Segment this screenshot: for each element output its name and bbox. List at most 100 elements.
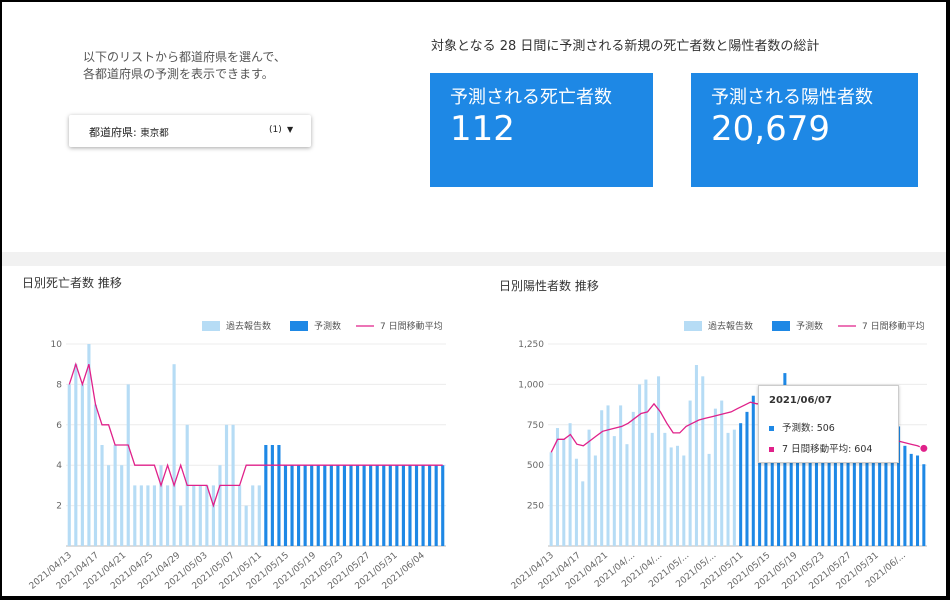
reported-bar — [172, 364, 176, 546]
dropdown-value: 東京都 — [140, 128, 169, 139]
reported-bar — [669, 447, 673, 546]
instruction-text: 以下のリストから都道府県を選んで、 各都道府県の予測を表示できます。 — [83, 49, 286, 83]
dashboard-frame: 以下のリストから都道府県を選んで、 各都道府県の予測を表示できます。 都道府県:… — [2, 2, 946, 596]
deaths-card-title: 予測される死亡者数 — [450, 87, 612, 108]
reported-bar — [126, 384, 130, 546]
forecast-bar — [916, 455, 920, 546]
tooltip-forecast-row: 予測数: 506 — [769, 420, 835, 434]
forecast-bar — [382, 465, 386, 546]
y-tick-label: 750 — [527, 421, 544, 431]
reported-bar — [581, 481, 585, 546]
forecast-bar — [316, 465, 320, 546]
tooltip-forecast-swatch — [769, 426, 774, 431]
forecast-bar — [283, 465, 288, 546]
forecast-bar — [903, 445, 907, 546]
reported-bar — [139, 485, 143, 546]
deaths-chart: 過去報告数 予測数 7 日間移動平均1086422021/04/132021/04/… — [28, 320, 446, 592]
summary-title: 対象となる 28 日間に予測される新規の死亡者数と陽性者数の総計 — [431, 39, 820, 54]
forecast-bar — [441, 465, 445, 546]
reported-bar — [80, 384, 84, 546]
cases-scorecard: 予測される陽性者数 20,679 — [691, 73, 918, 187]
reported-bar — [631, 411, 635, 546]
forecast-bar — [355, 465, 360, 546]
y-tick-label: 4 — [56, 461, 62, 471]
chart-tooltip: 2021/06/07 予測数: 506 7 日間移動平均: 604 — [758, 385, 899, 463]
cases-card-title: 予測される陽性者数 — [711, 87, 873, 108]
reported-bar — [100, 445, 104, 546]
reported-bar — [146, 485, 150, 546]
forecast-bar — [270, 445, 274, 546]
forecast-bar — [922, 464, 926, 546]
legend-reported-label: 過去報告数 — [708, 320, 753, 332]
prefecture-dropdown[interactable]: 都道府県: 東京都 (1) ▼ — [69, 115, 311, 147]
reported-bar — [238, 485, 242, 546]
reported-bar — [244, 505, 248, 546]
reported-bar — [707, 453, 711, 546]
reported-bar — [675, 445, 680, 546]
forecast-bar — [751, 395, 755, 546]
reported-bar — [713, 408, 717, 546]
forecast-bar — [369, 465, 373, 546]
dropdown-label-key: 都道府県 — [89, 126, 133, 139]
reported-bar — [555, 428, 559, 546]
legend-moving-avg-label: 7 日間移動平均 — [862, 320, 925, 332]
forecast-bar — [408, 465, 412, 546]
reported-bar — [650, 432, 654, 546]
dropdown-label: 都道府県: 東京都 — [89, 126, 169, 139]
cases-card-value: 20,679 — [711, 109, 830, 149]
reported-bar — [549, 452, 553, 546]
reported-bar — [192, 485, 196, 546]
reported-bar — [93, 404, 98, 546]
reported-bar — [67, 384, 71, 546]
reported-bar — [574, 458, 578, 546]
reported-bar — [179, 505, 183, 546]
instruction-line-2: 各都道府県の予測を表示できます。 — [83, 67, 274, 81]
legend-forecast-label: 予測数 — [796, 320, 823, 332]
forecast-bar — [414, 465, 419, 546]
reported-bar — [159, 465, 163, 546]
forecast-bar — [290, 465, 294, 546]
forecast-bar — [401, 465, 405, 546]
legend-reported-swatch — [202, 321, 220, 331]
forecast-bar — [336, 465, 340, 546]
y-tick-label: 2 — [56, 502, 62, 512]
reported-bar — [726, 432, 730, 546]
reported-bar — [732, 429, 736, 546]
reported-bar — [133, 485, 137, 546]
tooltip-avg-row: 7 日間移動平均: 604 — [769, 441, 872, 455]
forecast-bar — [342, 465, 347, 546]
deaths-chart-title: 日別死亡者数 推移 — [22, 276, 122, 290]
reported-bar — [152, 485, 157, 546]
forecast-bar — [909, 453, 913, 546]
forecast-bar — [428, 465, 432, 546]
reported-bar — [165, 485, 170, 546]
forecast-bar — [329, 465, 333, 546]
y-tick-label: 1,000 — [518, 380, 544, 390]
forecast-bar — [349, 465, 353, 546]
reported-bar — [638, 384, 642, 546]
reported-bar — [257, 485, 261, 546]
y-tick-label: 250 — [527, 502, 544, 512]
forecast-bar — [388, 465, 392, 546]
y-tick-label: 500 — [527, 461, 544, 471]
reported-bar — [657, 376, 661, 546]
forecast-bar — [739, 423, 743, 546]
forecast-bar — [277, 445, 281, 546]
reported-bar — [74, 364, 78, 546]
reported-bar — [251, 485, 255, 546]
reported-bar — [120, 465, 124, 546]
forecast-bar — [303, 465, 307, 546]
y-tick-label: 1,250 — [518, 340, 544, 350]
instruction-line-1: 以下のリストから都道府県を選んで、 — [83, 50, 286, 64]
y-tick-label: 8 — [56, 380, 62, 390]
forecast-bar — [362, 465, 366, 546]
tooltip-date: 2021/06/07 — [769, 395, 832, 406]
dropdown-arrow-icon[interactable]: ▼ — [287, 125, 293, 134]
forecast-bar — [421, 465, 425, 546]
legend-forecast-label: 予測数 — [314, 320, 341, 332]
reported-bar — [682, 455, 686, 546]
reported-bar — [568, 423, 572, 546]
reported-bar — [562, 439, 566, 546]
legend-reported-swatch — [684, 321, 702, 331]
cases-chart-title: 日別陽性者数 推移 — [499, 279, 599, 293]
